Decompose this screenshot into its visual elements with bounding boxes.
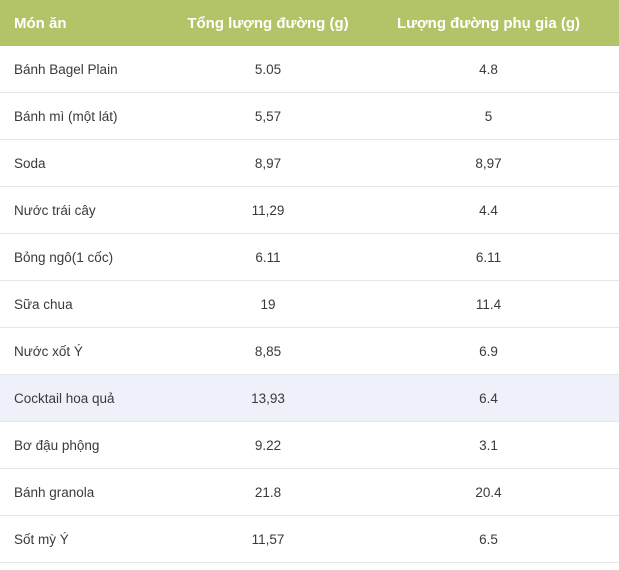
cell-total-sugar: 13,93 xyxy=(178,374,358,422)
cell-total-sugar: 8,97 xyxy=(178,139,358,187)
cell-added-sugar: 5 xyxy=(358,92,619,140)
table-row: Soda 8,97 8,97 xyxy=(0,139,619,187)
cell-food: Bánh granola xyxy=(0,468,178,516)
table-row-highlighted: Cocktail hoa quả 13,93 6.4 xyxy=(0,374,619,422)
table-row: Bơ đậu phộng 9.22 3.1 xyxy=(0,421,619,469)
cell-added-sugar: 6.5 xyxy=(358,515,619,563)
cell-total-sugar: 21.8 xyxy=(178,468,358,516)
table-row: Bánh mì (một lát) 5,57 5 xyxy=(0,92,619,140)
cell-food: Bơ đậu phộng xyxy=(0,421,178,469)
column-header-added-sugar: Lượng đường phụ gia (g) xyxy=(358,0,619,46)
cell-total-sugar: 19 xyxy=(178,280,358,328)
table-header-row: Món ăn Tổng lượng đường (g) Lượng đường … xyxy=(0,0,619,46)
cell-total-sugar: 5,57 xyxy=(178,92,358,140)
cell-added-sugar: 6.9 xyxy=(358,327,619,375)
cell-total-sugar: 9.22 xyxy=(178,421,358,469)
cell-food: Nước xốt Ý xyxy=(0,327,178,375)
cell-added-sugar: 11.4 xyxy=(358,280,619,328)
table-row: Bỏng ngô(1 cốc) 6.11 6.11 xyxy=(0,233,619,281)
cell-food: Cocktail hoa quả xyxy=(0,374,178,422)
cell-added-sugar: 6.4 xyxy=(358,374,619,422)
cell-food: Sốt mỳ Ý xyxy=(0,515,178,563)
table-row: Nước trái cây 11,29 4.4 xyxy=(0,186,619,234)
cell-total-sugar: 11,57 xyxy=(178,515,358,563)
table-header: Món ăn Tổng lượng đường (g) Lượng đường … xyxy=(0,0,619,46)
sugar-content-table: Món ăn Tổng lượng đường (g) Lượng đường … xyxy=(0,0,619,563)
table-row: Bánh granola 21.8 20.4 xyxy=(0,468,619,516)
table-row: Sốt mỳ Ý 11,57 6.5 xyxy=(0,515,619,563)
table-row: Sữa chua 19 11.4 xyxy=(0,280,619,328)
column-header-food: Món ăn xyxy=(0,0,178,46)
cell-food: Bánh mì (một lát) xyxy=(0,92,178,140)
cell-total-sugar: 5.05 xyxy=(178,46,358,93)
cell-food: Soda xyxy=(0,139,178,187)
table-row: Nước xốt Ý 8,85 6.9 xyxy=(0,327,619,375)
cell-food: Sữa chua xyxy=(0,280,178,328)
cell-added-sugar: 4.4 xyxy=(358,186,619,234)
table-row: Bánh Bagel Plain 5.05 4.8 xyxy=(0,46,619,93)
cell-total-sugar: 11,29 xyxy=(178,186,358,234)
cell-added-sugar: 3.1 xyxy=(358,421,619,469)
cell-added-sugar: 20.4 xyxy=(358,468,619,516)
cell-total-sugar: 8,85 xyxy=(178,327,358,375)
cell-food: Bỏng ngô(1 cốc) xyxy=(0,233,178,281)
cell-added-sugar: 8,97 xyxy=(358,139,619,187)
cell-added-sugar: 4.8 xyxy=(358,46,619,93)
cell-food: Nước trái cây xyxy=(0,186,178,234)
cell-added-sugar: 6.11 xyxy=(358,233,619,281)
cell-total-sugar: 6.11 xyxy=(178,233,358,281)
cell-food: Bánh Bagel Plain xyxy=(0,46,178,93)
nutrition-table-container: Món ăn Tổng lượng đường (g) Lượng đường … xyxy=(0,0,619,563)
table-body: Bánh Bagel Plain 5.05 4.8 Bánh mì (một l… xyxy=(0,46,619,563)
column-header-total-sugar: Tổng lượng đường (g) xyxy=(178,0,358,46)
